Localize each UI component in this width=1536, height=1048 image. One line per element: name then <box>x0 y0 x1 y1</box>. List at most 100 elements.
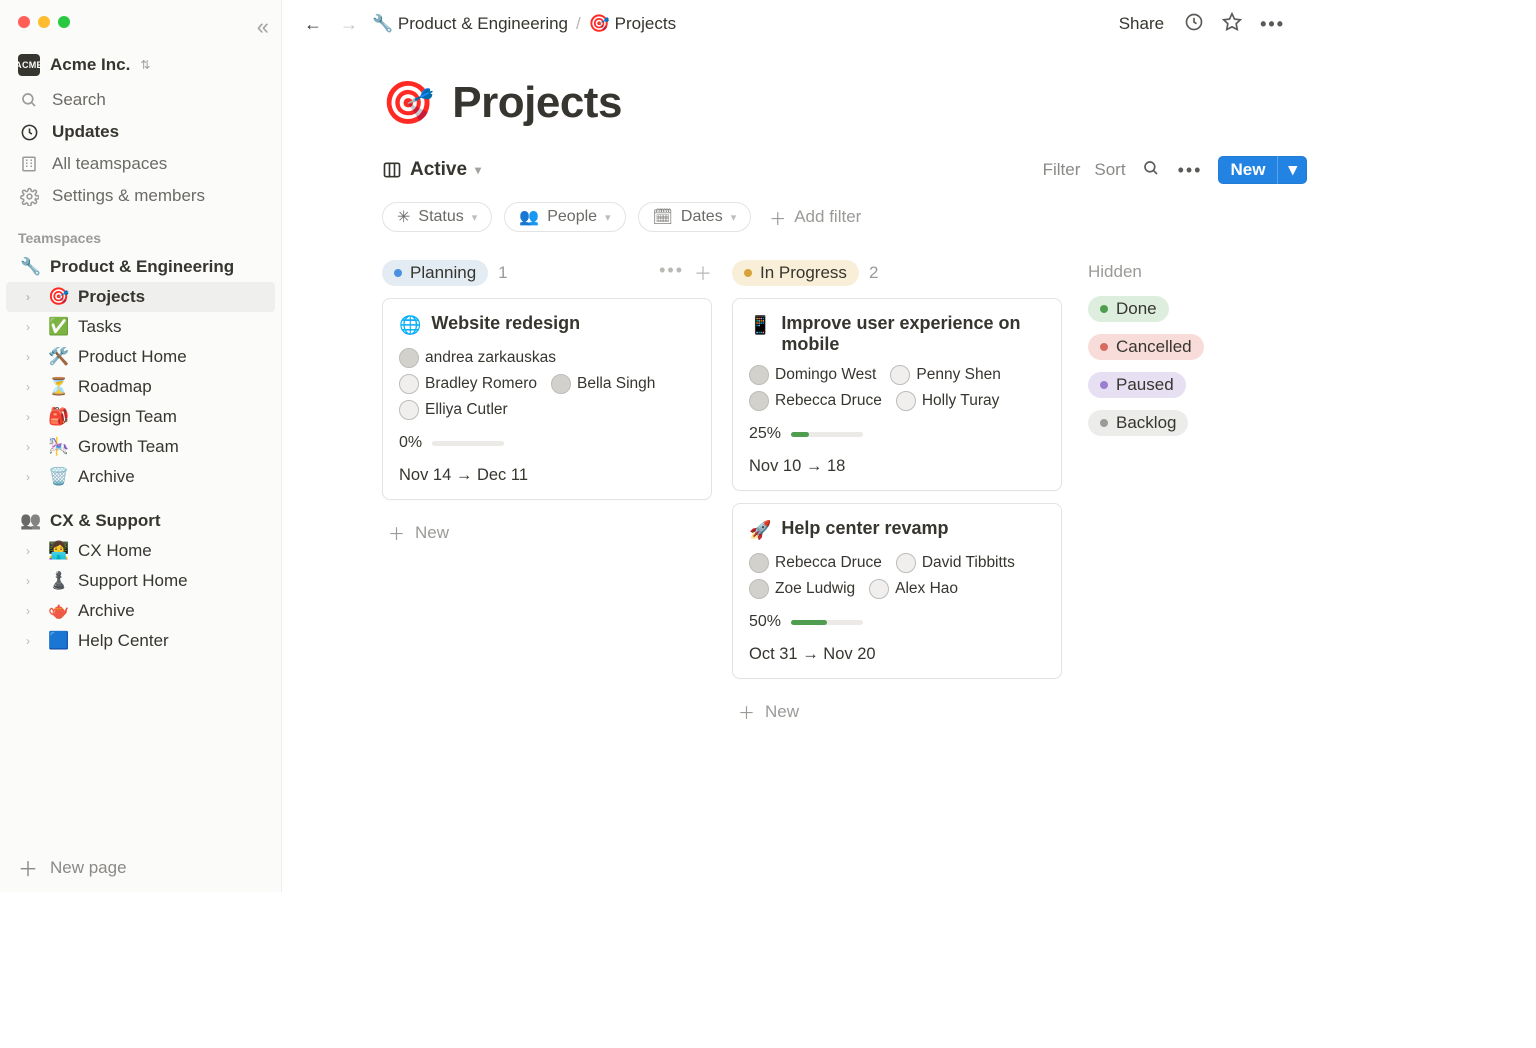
filter-row: ✳ Status ▾ 👥 People ▾ 🗓 Dates ▾ ＋ Add fi… <box>382 202 1307 232</box>
teapot-icon: 🫖 <box>48 601 70 621</box>
topbar: ← → 🔧 Product & Engineering / 🎯 Projects… <box>282 0 1307 48</box>
status-label: In Progress <box>760 263 847 283</box>
new-button-dropdown[interactable]: ▾ <box>1277 156 1307 184</box>
new-card-label: New <box>415 523 449 543</box>
filter-pill-dates[interactable]: 🗓 Dates ▾ <box>638 202 752 232</box>
teamspace-product-engineering[interactable]: 🔧 Product & Engineering <box>6 252 275 282</box>
breadcrumb-parent[interactable]: 🔧 Product & Engineering <box>372 14 568 34</box>
new-card-button[interactable]: ＋ New <box>732 691 1062 732</box>
chevron-right-icon[interactable]: › <box>26 634 40 648</box>
hidden-group-paused[interactable]: Paused <box>1088 372 1186 398</box>
chevron-right-icon[interactable]: › <box>26 544 40 558</box>
share-button[interactable]: Share <box>1113 10 1170 38</box>
sidebar-page-support-home[interactable]: › ♟️ Support Home <box>6 566 275 596</box>
new-page-button[interactable]: ＋ New page <box>0 843 281 892</box>
filter-button[interactable]: Filter <box>1043 160 1081 180</box>
teamspace-cx-support[interactable]: 👥 CX & Support <box>6 506 275 536</box>
person: Alex Hao <box>869 579 958 599</box>
view-switcher[interactable]: Active ▾ <box>382 159 481 181</box>
person: Penny Shen <box>890 365 1000 385</box>
add-filter-label: Add filter <box>794 207 861 227</box>
sidebar-page-help-center[interactable]: › 🟦 Help Center <box>6 626 275 656</box>
filter-pill-status[interactable]: ✳ Status ▾ <box>382 202 492 232</box>
chevron-right-icon[interactable]: › <box>26 604 40 618</box>
more-icon[interactable]: ••• <box>1176 158 1205 183</box>
hidden-group-backlog[interactable]: Backlog <box>1088 410 1188 436</box>
teamspaces-header: Teamspaces <box>0 212 281 252</box>
chevron-right-icon[interactable]: › <box>26 380 40 394</box>
sidebar-page-growth-team[interactable]: › 🎠 Growth Team <box>6 432 275 462</box>
sidebar: « ACME Acme Inc. ⇅ Search Updates All te… <box>0 0 282 892</box>
card-help-center-revamp[interactable]: 🚀 Help center revamp Rebecca Druce David… <box>732 503 1062 679</box>
search-button[interactable]: Search <box>0 84 281 116</box>
page-icon[interactable]: 🎯 <box>382 79 434 128</box>
sidebar-page-archive[interactable]: › 🗑️ Archive <box>6 462 275 492</box>
card-progress: 0% <box>399 434 695 452</box>
sidebar-page-product-home[interactable]: › 🛠️ Product Home <box>6 342 275 372</box>
sidebar-page-design-team[interactable]: › 🎒 Design Team <box>6 402 275 432</box>
avatar-icon <box>399 374 419 394</box>
workspace-switcher[interactable]: ACME Acme Inc. ⇅ <box>0 28 281 84</box>
chevron-updown-icon: ⇅ <box>140 58 150 72</box>
new-card-button[interactable]: ＋ New <box>382 512 712 553</box>
avatar-icon <box>399 348 419 368</box>
page-title[interactable]: Projects <box>452 78 622 128</box>
status-tag-in-progress[interactable]: In Progress <box>732 260 859 286</box>
chevron-right-icon[interactable]: › <box>26 470 40 484</box>
star-icon[interactable] <box>1218 8 1246 41</box>
page-label: Product Home <box>78 347 187 367</box>
updates-button[interactable]: Updates <box>0 116 281 148</box>
close-icon[interactable] <box>18 16 30 28</box>
search-icon[interactable] <box>1140 157 1162 184</box>
hidden-group-label: Paused <box>1116 375 1174 395</box>
sidebar-page-tasks[interactable]: › ✅ Tasks <box>6 312 275 342</box>
card-people: andrea zarkauskas Bradley Romero Bella S… <box>399 348 695 420</box>
column-add-icon[interactable]: ＋ <box>694 260 712 286</box>
chevron-right-icon[interactable]: › <box>26 320 40 334</box>
sparkle-icon: ✳ <box>397 207 410 227</box>
sidebar-page-cx-home[interactable]: › 👩‍💻 CX Home <box>6 536 275 566</box>
minimize-icon[interactable] <box>38 16 50 28</box>
new-button[interactable]: New ▾ <box>1218 156 1307 184</box>
hidden-group-done[interactable]: Done <box>1088 296 1169 322</box>
sidebar-page-cx-archive[interactable]: › 🫖 Archive <box>6 596 275 626</box>
chevron-right-icon[interactable]: › <box>26 290 40 304</box>
forward-button[interactable]: → <box>336 10 362 39</box>
card-website-redesign[interactable]: 🌐 Website redesign andrea zarkauskas Bra… <box>382 298 712 500</box>
chevron-right-icon[interactable]: › <box>26 350 40 364</box>
chevron-right-icon[interactable]: › <box>26 410 40 424</box>
badge-icon: 🟦 <box>48 631 70 651</box>
pawn-icon: ♟️ <box>48 571 70 591</box>
status-tag-planning[interactable]: Planning <box>382 260 488 286</box>
sidebar-page-roadmap[interactable]: › ⏳ Roadmap <box>6 372 275 402</box>
more-icon[interactable]: ••• <box>1256 10 1289 39</box>
maximize-icon[interactable] <box>58 16 70 28</box>
column-more-icon[interactable]: ••• <box>659 260 684 286</box>
collapse-sidebar-button[interactable]: « <box>257 14 269 40</box>
hidden-group-cancelled[interactable]: Cancelled <box>1088 334 1204 360</box>
rocket-icon: 🚀 <box>749 518 771 543</box>
add-filter-button[interactable]: ＋ Add filter <box>763 205 861 230</box>
breadcrumb-current[interactable]: 🎯 Projects <box>589 14 676 34</box>
history-icon[interactable] <box>1180 8 1208 41</box>
back-button[interactable]: ← <box>300 10 326 39</box>
page-label: Design Team <box>78 407 177 427</box>
avatar-icon <box>896 553 916 573</box>
chevron-right-icon[interactable]: › <box>26 574 40 588</box>
avatar-icon <box>551 374 571 394</box>
column-header: In Progress 2 <box>732 260 1062 286</box>
all-teamspaces-button[interactable]: All teamspaces <box>0 148 281 180</box>
sort-button[interactable]: Sort <box>1094 160 1125 180</box>
card-title-text: Website redesign <box>431 313 580 334</box>
sidebar-page-projects[interactable]: › 🎯 Projects <box>6 282 275 312</box>
clock-icon <box>18 123 40 142</box>
status-dot <box>1100 305 1108 313</box>
card-progress: 25% <box>749 425 1045 443</box>
filter-pill-people[interactable]: 👥 People ▾ <box>504 202 625 232</box>
card-mobile-ux[interactable]: 📱 Improve user experience on mobile Domi… <box>732 298 1062 491</box>
page-label: Archive <box>78 601 135 621</box>
settings-button[interactable]: Settings & members <box>0 180 281 212</box>
chevron-down-icon: ▾ <box>475 163 481 177</box>
chevron-right-icon[interactable]: › <box>26 440 40 454</box>
hidden-groups-label: Hidden <box>1088 262 1178 282</box>
